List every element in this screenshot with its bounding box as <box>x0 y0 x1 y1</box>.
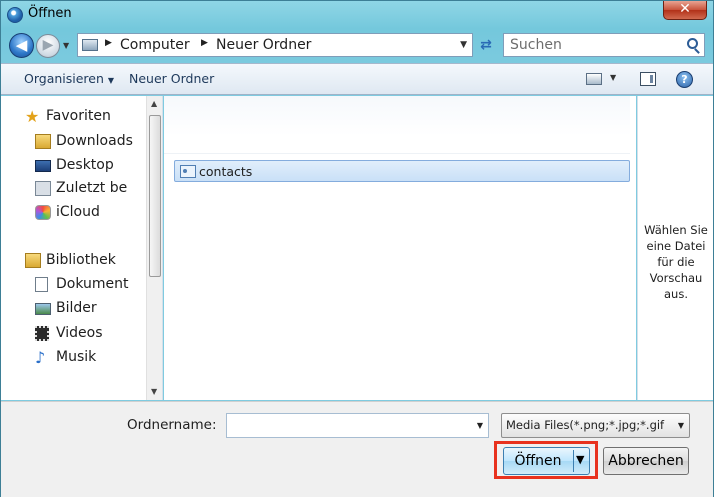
back-arrow-icon: ◀ <box>15 36 28 54</box>
open-button[interactable]: Öffnen ▼ <box>503 447 590 475</box>
navigation-pane: ★ Favoriten Downloads Desktop Zuletzt be… <box>1 96 163 400</box>
star-icon: ★ <box>25 107 40 126</box>
filename-input[interactable] <box>231 417 471 432</box>
sidebar-item-label: Downloads <box>56 133 133 149</box>
desktop-icon <box>35 160 51 172</box>
recent-locations-dropdown[interactable]: ▼ <box>63 41 73 51</box>
new-folder-button[interactable]: Neuer Ordner <box>129 71 214 86</box>
breadcrumb-current-folder[interactable]: Neuer Ordner <box>216 37 311 53</box>
address-dropdown-icon[interactable]: ▼ <box>460 40 467 50</box>
sidebar-item-label: iCloud <box>56 204 100 220</box>
close-icon: ✕ <box>679 1 691 17</box>
preview-message: Wählen Sie eine Datei für die Vorschau a… <box>644 223 708 301</box>
file-type-filter-value: Media Files(*.png;*.jpg;*.gif <box>506 418 665 432</box>
file-list[interactable]: contacts <box>164 96 636 400</box>
scroll-down-icon[interactable]: ▼ <box>151 387 157 396</box>
sidebar-group-label: Bibliothek <box>46 252 116 268</box>
navigation-scrollbar[interactable]: ▲ ▼ <box>146 96 162 400</box>
chevron-down-icon: ▼ <box>107 76 115 85</box>
forward-button[interactable]: ▶ <box>36 34 60 58</box>
close-button[interactable]: ✕ <box>663 1 707 20</box>
scrollbar-thumb[interactable] <box>149 115 161 277</box>
music-icon: ♪ <box>35 348 46 367</box>
search-input[interactable] <box>510 37 680 53</box>
sidebar-item-label: Videos <box>56 325 103 341</box>
documents-icon <box>35 277 48 292</box>
icloud-icon <box>35 205 51 220</box>
view-options-dropdown-icon[interactable]: ▼ <box>610 73 616 82</box>
videos-icon <box>35 326 49 341</box>
preview-pane: Wählen Sie eine Datei für die Vorschau a… <box>637 96 713 400</box>
computer-icon <box>82 39 98 51</box>
cancel-button[interactable]: Abbrechen <box>603 447 689 475</box>
sidebar-group-label: Favoriten <box>46 108 111 124</box>
split-divider <box>573 450 574 472</box>
search-box[interactable] <box>503 33 705 57</box>
sidebar-item-label: Dokument <box>56 276 129 292</box>
forward-arrow-icon: ▶ <box>42 37 54 53</box>
command-bar: Organisieren ▼ Neuer Ordner ▼ ? <box>1 63 713 95</box>
sidebar-item-label: Bilder <box>56 300 97 316</box>
refresh-icon: ⇄ <box>480 37 492 53</box>
column-header-area <box>164 96 630 154</box>
chevron-down-icon: ▼ <box>677 421 684 430</box>
open-options-dropdown-icon[interactable]: ▼ <box>576 453 584 466</box>
breadcrumb-computer[interactable]: Computer <box>120 37 190 53</box>
pictures-icon <box>35 303 51 315</box>
sidebar-item-label: Zuletzt be <box>56 180 128 196</box>
list-item[interactable]: contacts <box>174 160 630 182</box>
open-button-label: Öffnen <box>514 453 562 469</box>
organize-menu[interactable]: Organisieren ▼ <box>24 71 114 86</box>
title-bar: Öffnen ✕ <box>1 1 713 29</box>
breadcrumb-separator-icon[interactable]: ▶ <box>105 38 112 48</box>
scroll-up-icon[interactable]: ▲ <box>151 99 157 108</box>
change-view-icon[interactable] <box>586 73 602 85</box>
filename-combobox[interactable]: ▼ <box>226 413 489 438</box>
open-file-dialog: Öffnen ✕ ◀ ▶ ▼ ▶ Computer ▶ Neuer Ordner… <box>0 0 714 497</box>
breadcrumb-separator-icon[interactable]: ▶ <box>201 38 208 48</box>
recent-places-icon <box>35 181 51 196</box>
filename-label: Ordnername: <box>127 417 217 433</box>
back-button[interactable]: ◀ <box>9 33 34 58</box>
preview-pane-toggle-icon[interactable] <box>640 72 656 86</box>
chevron-down-icon: ▼ <box>63 41 70 50</box>
sidebar-item-label: Musik <box>56 349 97 365</box>
library-folder-icon <box>25 253 41 268</box>
sidebar-item-label: Desktop <box>56 157 114 173</box>
refresh-button[interactable]: ⇄ <box>474 33 498 57</box>
app-icon <box>7 7 23 23</box>
organize-label: Organisieren <box>24 71 104 86</box>
address-bar[interactable]: ▶ Computer ▶ Neuer Ordner ▼ <box>77 33 473 57</box>
window-title: Öffnen <box>28 6 72 21</box>
downloads-folder-icon <box>35 134 51 149</box>
help-icon[interactable]: ? <box>676 71 693 88</box>
search-icon[interactable] <box>687 38 698 49</box>
contact-file-icon <box>180 165 196 178</box>
chevron-down-icon[interactable]: ▼ <box>477 421 483 430</box>
file-name: contacts <box>199 164 253 179</box>
file-type-filter[interactable]: Media Files(*.png;*.jpg;*.gif ▼ <box>501 413 690 438</box>
